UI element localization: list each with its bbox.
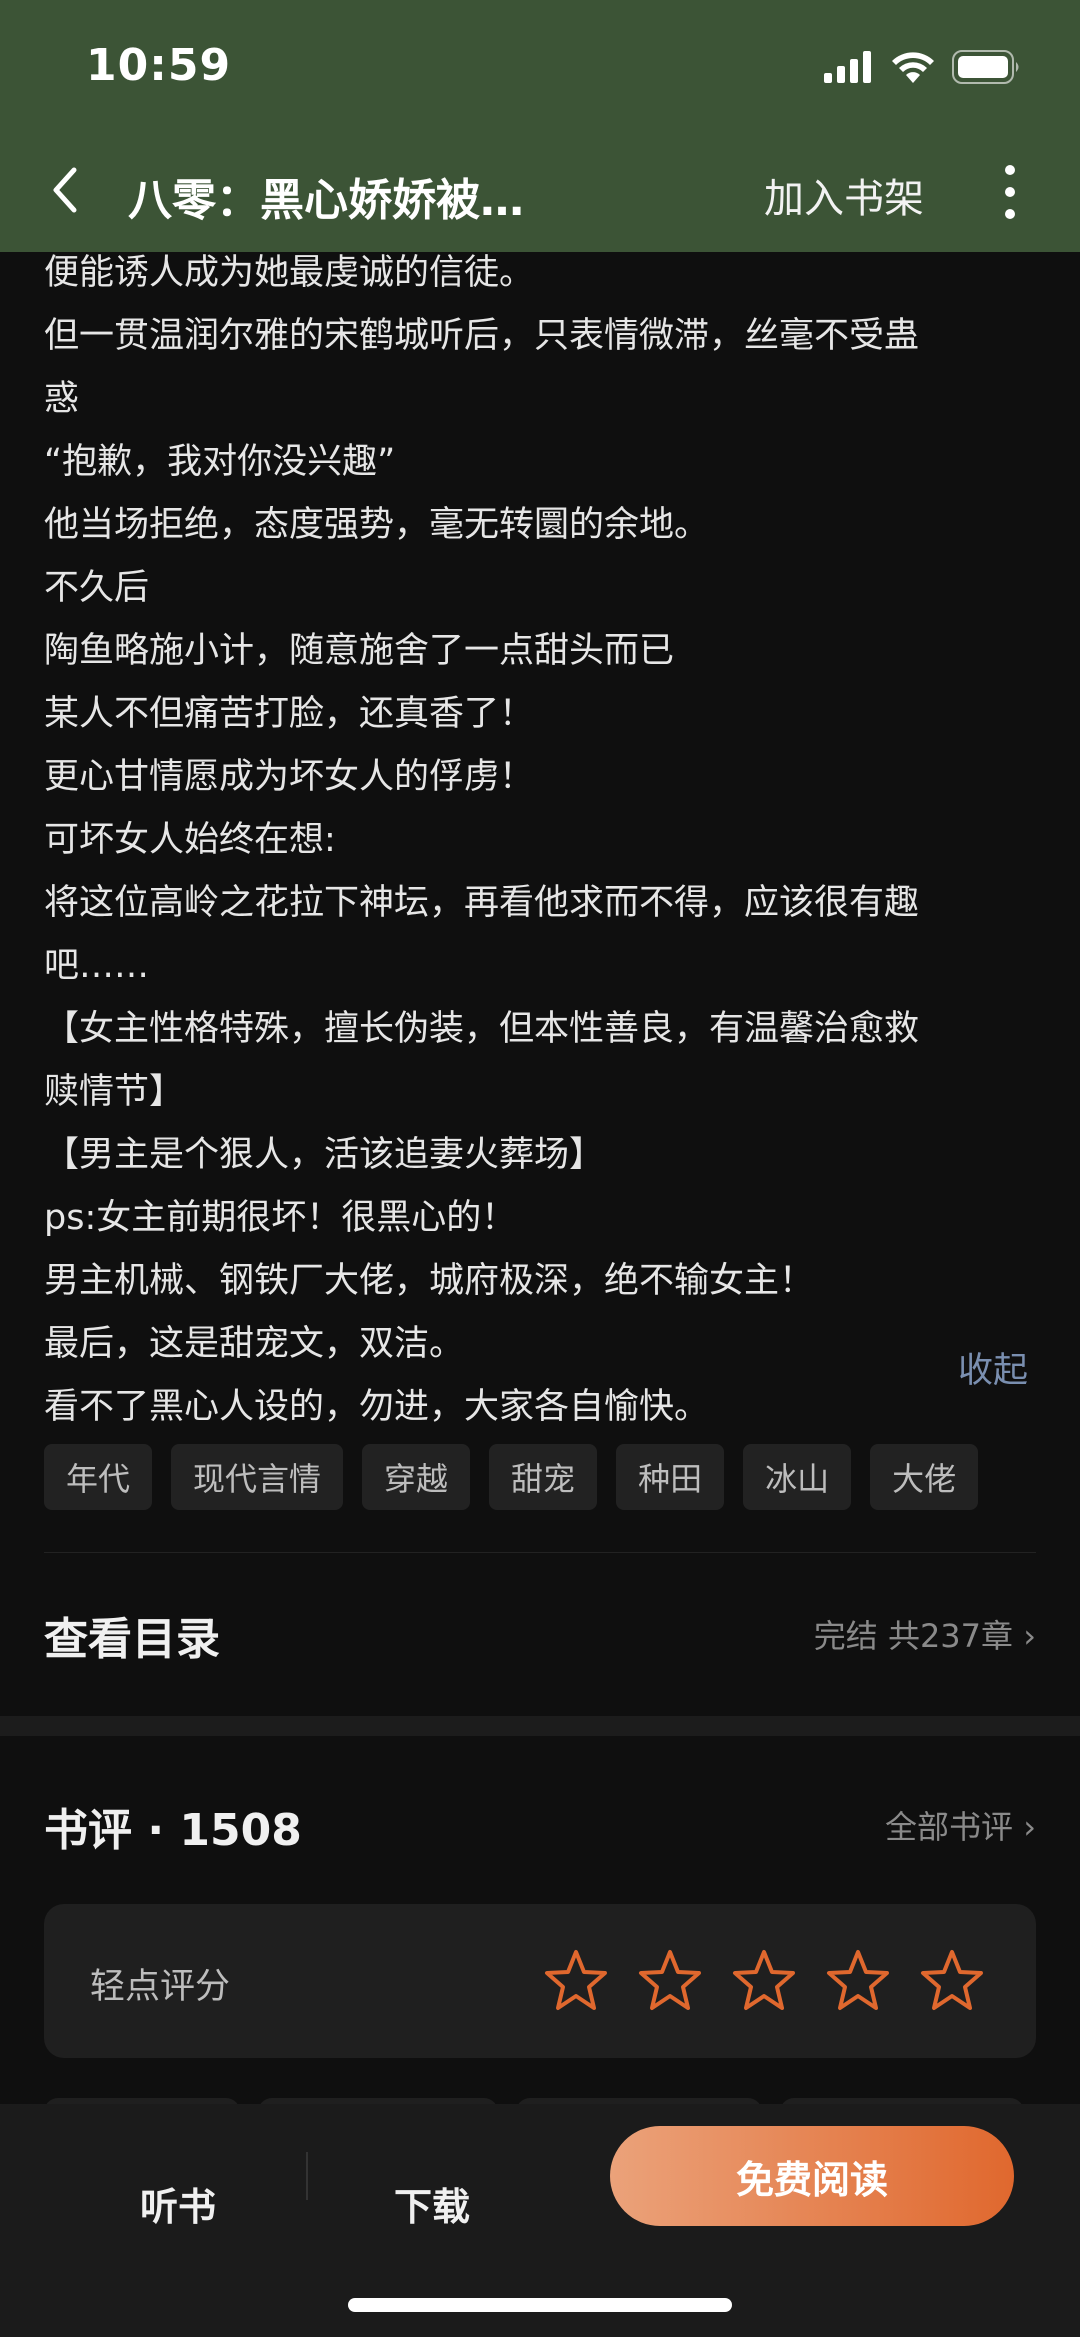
description-line: 不久后 (44, 568, 150, 608)
description-line: 他当场拒绝，态度强势，毫无转圜的余地。 (44, 505, 710, 545)
description-line: 最后，这是甜宠文，双洁。 (44, 1324, 465, 1364)
wifi-icon (892, 52, 934, 83)
description-line: 男主机械、钢铁厂大佬，城府极深，绝不输女主！ (44, 1261, 815, 1301)
book-title: 八零：黑心娇娇被… (128, 175, 524, 226)
all-reviews-link[interactable]: 全部书评 › (885, 1802, 1036, 1848)
star-icon[interactable] (638, 1948, 702, 2012)
add-to-shelf-button[interactable]: 加入书架 (764, 166, 924, 224)
tag-chip[interactable]: 现代言情 (171, 1444, 344, 1510)
more-options-icon[interactable] (990, 160, 1030, 224)
listen-button[interactable]: 听书 (140, 2176, 216, 2231)
tag-chip[interactable]: 年代 (44, 1444, 153, 1510)
description-line: 看不了黑心人设的，勿进，大家各自愉快。 (44, 1387, 710, 1427)
rating-card: 轻点评分 (44, 1904, 1036, 2058)
section-separator (0, 1716, 1080, 1736)
description-line: 便能诱人成为她最虔诚的信徒。 (44, 253, 535, 293)
book-description: 便能诱人成为她最虔诚的信徒。 但一贯温润尔雅的宋鹤城听后，只表情微滞，丝毫不受蛊… (44, 252, 1044, 1439)
toc-chapter-count: 完结 共237章 › (813, 1617, 1036, 1655)
star-icon[interactable] (544, 1948, 608, 2012)
status-bar: 10:59 (0, 0, 1080, 130)
description-line: 将这位高岭之花拉下神坛，再看他求而不得，应该很有趣 (44, 883, 920, 923)
bottom-action-bar: 听书 下载 免费阅读 (0, 2104, 1080, 2337)
divider (306, 2152, 308, 2200)
status-icons (824, 50, 1022, 84)
description-line: 陶鱼略施小计，随意施舍了一点甜头而已 (44, 631, 675, 671)
star-rating (544, 1948, 984, 2012)
back-chevron-icon[interactable] (44, 160, 88, 220)
status-time: 10:59 (86, 40, 232, 91)
collapse-button[interactable]: 收起 (958, 1342, 1028, 1393)
description-line: 【女主性格特殊，擅长伪装，但本性善良，有温馨治愈救 (44, 1009, 920, 1049)
download-button[interactable]: 下载 (394, 2176, 470, 2231)
top-header: 10:59 八零：黑心娇娇被… 加入书架 (0, 0, 1080, 252)
description-line: 更心甘情愿成为坏女人的俘虏！ (44, 757, 535, 797)
rating-label: 轻点评分 (90, 1967, 231, 2007)
cellular-signal-icon (824, 51, 871, 83)
description-line: 赎情节】 (44, 1072, 185, 1112)
reviews-title: 书评 · 1508 (44, 1805, 302, 1856)
tag-chip[interactable]: 甜宠 (489, 1444, 598, 1510)
battery-icon (952, 50, 1019, 84)
description-line: 惑 (44, 379, 80, 419)
description-line: 但一贯温润尔雅的宋鹤城听后，只表情微滞，丝毫不受蛊 (44, 316, 920, 356)
description-line: “抱歉，我对你没兴趣” (44, 442, 396, 482)
tag-chip[interactable]: 穿越 (362, 1444, 471, 1510)
description-line: 某人不但痛苦打脸，还真香了！ (44, 694, 535, 734)
description-line: 【男主是个狠人，活该追妻火葬场】 (44, 1135, 605, 1175)
tag-chip[interactable]: 种田 (616, 1444, 725, 1510)
star-icon[interactable] (826, 1948, 890, 2012)
home-indicator (348, 2298, 732, 2312)
nav-bar: 八零：黑心娇娇被… 加入书架 (0, 130, 1080, 252)
description-line: 可坏女人始终在想: (44, 820, 336, 860)
tag-list: 年代 现代言情 穿越 甜宠 种田 冰山 大佬 (44, 1444, 979, 1510)
star-icon[interactable] (732, 1948, 796, 2012)
star-icon[interactable] (920, 1948, 984, 2012)
free-read-button[interactable]: 免费阅读 (610, 2126, 1014, 2226)
description-line: ps:女主前期很坏！很黑心的！ (44, 1198, 517, 1238)
tag-chip[interactable]: 冰山 (743, 1444, 852, 1510)
description-line: 吧…… (44, 946, 150, 986)
tag-chip[interactable]: 大佬 (870, 1444, 979, 1510)
toc-title: 查看目录 (44, 1614, 220, 1665)
table-of-contents-row[interactable]: 查看目录 完结 共237章 › (0, 1553, 1080, 1713)
